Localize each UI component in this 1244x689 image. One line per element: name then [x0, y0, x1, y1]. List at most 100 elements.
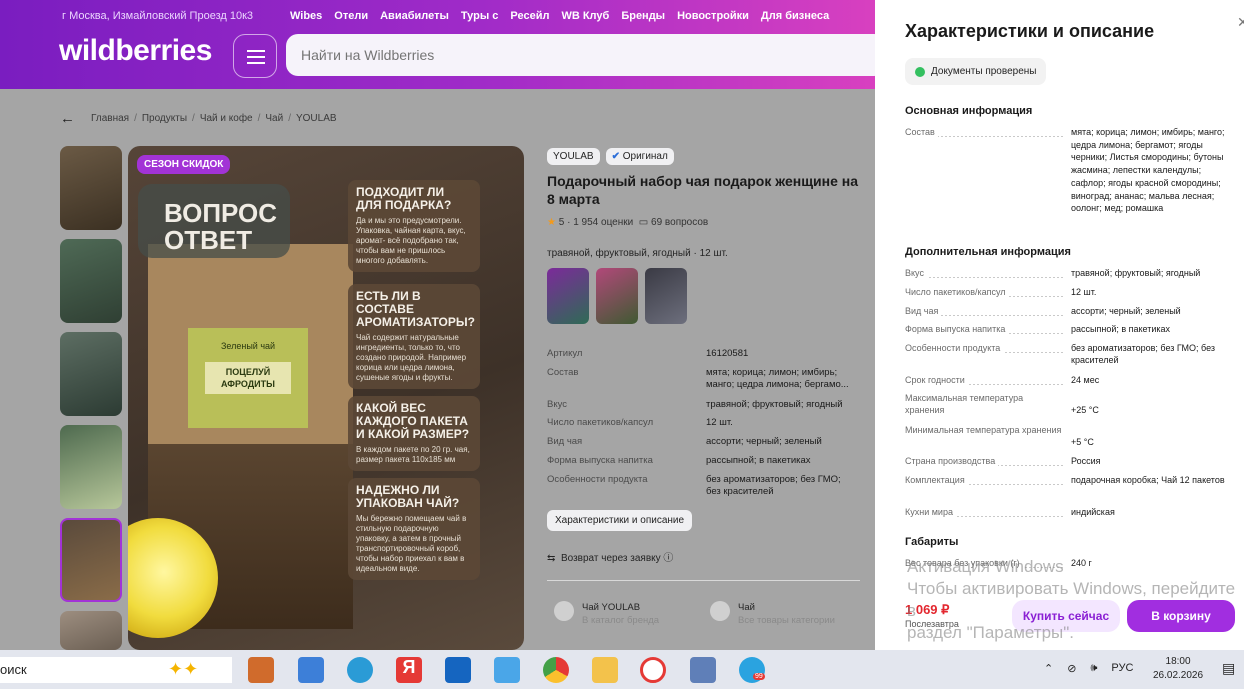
panel-prop-value: подарочная коробка; Чай 12 пакетов: [1071, 475, 1225, 485]
language-indicator[interactable]: РУС: [1111, 662, 1133, 675]
nav-tours[interactable]: Туры с: [461, 10, 499, 22]
prop-value: ассорти; черный; зеленый: [706, 436, 822, 447]
rating-row: ★ 5 · 1 954 оценки ▭ 69 вопросов: [547, 217, 709, 228]
edge-icon[interactable]: [347, 657, 373, 683]
thumbnail-4[interactable]: [60, 425, 122, 509]
panel-prop-value: мята; корица; лимон; имбирь; манго; цедр…: [1071, 127, 1225, 214]
variant-3[interactable]: [645, 268, 687, 324]
taskbar-search[interactable]: оиск ✦✦: [0, 657, 232, 683]
thumbnail-5-selected[interactable]: [60, 518, 122, 602]
menu-button[interactable]: [233, 34, 277, 78]
crumb-products[interactable]: Продукты: [142, 113, 187, 124]
clock[interactable]: 18:00 26.02.2026: [1153, 655, 1203, 683]
windows-activation-watermark: Активация Windows Чтобы активировать Wind…: [907, 556, 1244, 644]
close-icon[interactable]: ✕: [1237, 14, 1244, 31]
nav-new-buildings[interactable]: Новостройки: [677, 10, 749, 22]
nav-brands[interactable]: Бренды: [621, 10, 665, 22]
top-nav: Wibes Отели Авиабилеты Туры с Ресейл WB …: [290, 10, 829, 22]
category-link-title: Чай: [738, 602, 755, 613]
verified-icon: ✔: [611, 151, 620, 162]
divider: [547, 580, 860, 581]
prop-label: Артикул: [547, 348, 583, 359]
panel-prop-value: ассорти; черный; зеленый: [1071, 306, 1181, 316]
qa-card-text: Да и мы это предусмотрели. Упаковка, чай…: [356, 216, 466, 265]
panel-prop-label: Особенности продукта: [905, 342, 1065, 354]
nav-wibes[interactable]: Wibes: [290, 10, 322, 22]
app-window-icon[interactable]: [690, 657, 716, 683]
thumbnail-1[interactable]: [60, 146, 122, 230]
panel-prop-value: рассыпной; в пакетиках: [1071, 324, 1171, 334]
category-link-sub: Все товары категории: [738, 615, 835, 626]
prop-value: рассыпной; в пакетиках: [706, 455, 811, 466]
thumbnail-2[interactable]: [60, 239, 122, 323]
qa-line-2: ОТВЕТ: [164, 225, 253, 255]
nav-hotels[interactable]: Отели: [334, 10, 368, 22]
nav-wb-club[interactable]: WB Клуб: [561, 10, 609, 22]
comment-icon: ▭: [638, 217, 649, 228]
panel-prop-label: Минимальная температура хранения: [905, 424, 1065, 436]
yandex-icon[interactable]: Я: [396, 657, 422, 683]
media-player-icon[interactable]: [248, 657, 274, 683]
yandex-browser-icon[interactable]: [640, 657, 666, 683]
chevron-up-icon[interactable]: ⌃: [1044, 662, 1053, 675]
reviews-link[interactable]: 1 954 оценки: [573, 217, 633, 228]
qa-card-title: НАДЕЖНО ЛИ УПАКОВАН ЧАЙ?: [356, 483, 460, 510]
qa-card-3: КАКОЙ ВЕС КАЖДОГО ПАКЕТА И КАКОЙ РАЗМЕР?…: [348, 396, 480, 471]
clock-date: 26.02.2026: [1153, 670, 1204, 681]
thumbnail-6[interactable]: [60, 611, 122, 650]
panel-prop-value: 24 мес: [1071, 375, 1100, 385]
wildberries-logo[interactable]: wildberries: [59, 34, 212, 68]
location-selector[interactable]: г Москва, Измайловский Проезд 10к3: [62, 10, 253, 22]
crumb-tea[interactable]: Чай: [265, 113, 283, 124]
variant-2[interactable]: [596, 268, 638, 324]
panel-prop-value: без ароматизаторов; без ГМО; без красите…: [1071, 343, 1216, 365]
variant-label: травяной, фруктовый, ягодный · 12 шт.: [547, 248, 728, 259]
store-icon[interactable]: [298, 657, 324, 683]
app-icon[interactable]: [494, 657, 520, 683]
back-arrow-icon[interactable]: ←: [60, 110, 75, 127]
outlook-icon[interactable]: [445, 657, 471, 683]
panel-prop-label: Состав: [905, 126, 1065, 138]
telegram-icon[interactable]: 99: [739, 657, 765, 683]
crumb-home[interactable]: Главная: [91, 113, 129, 124]
brand-catalog-link[interactable]: Чай YOULAB В каталог бренда: [554, 601, 659, 627]
thumbnail-3[interactable]: [60, 332, 122, 416]
label-name: ПОЦЕЛУЙ АФРОДИТЫ: [205, 362, 291, 394]
nav-flights[interactable]: Авиабилеты: [380, 10, 449, 22]
nav-resale[interactable]: Ресейл: [510, 10, 549, 22]
speaker-icon[interactable]: 🕪: [1090, 662, 1097, 675]
prop-value[interactable]: 16120581: [706, 348, 856, 360]
chrome-icon[interactable]: [543, 657, 569, 683]
label-subtitle: Зеленый чай: [220, 341, 276, 351]
qa-card-title: КАКОЙ ВЕС КАЖДОГО ПАКЕТА И КАКОЙ РАЗМЕР?: [356, 401, 470, 441]
network-icon[interactable]: ⊘: [1067, 662, 1076, 675]
panel-prop-label: Кухни мира: [905, 506, 1065, 518]
panel-prop-label: Максимальная температура хранения: [905, 393, 1024, 415]
prop-label: Форма выпуска напитка: [547, 455, 653, 466]
variant-1[interactable]: [547, 268, 589, 324]
product-main-image: Зеленый чай ПОЦЕЛУЙ АФРОДИТЫ ВОПРОС ОТВЕТ …: [128, 146, 524, 650]
return-info[interactable]: ⇆ Возврат через заявку ⓘ: [547, 549, 673, 564]
questions-link[interactable]: 69 вопросов: [651, 217, 708, 228]
brand-link-title: Чай YOULAB: [582, 602, 641, 613]
prop-value: без ароматизаторов; без ГМО; без красите…: [706, 474, 841, 497]
qa-card-4: НАДЕЖНО ЛИ УПАКОВАН ЧАЙ? Мы бережно помещ…: [348, 478, 480, 580]
nav-business[interactable]: Для бизнеса: [761, 10, 829, 22]
characteristics-button[interactable]: Характеристики и описание: [547, 510, 693, 531]
brand-chip[interactable]: YOULAB: [547, 148, 600, 165]
file-explorer-icon[interactable]: [592, 657, 618, 683]
qa-card-title: ПОДХОДИТ ЛИ ДЛЯ ПОДАРКА?: [356, 185, 452, 212]
crumb-brand[interactable]: YOULAB: [296, 113, 337, 124]
section-basic: Основная информация: [905, 105, 1033, 117]
panel-prop-value: +25 °C: [1071, 405, 1099, 415]
rating-value: 5: [558, 217, 565, 228]
category-link[interactable]: Чай Все товары категории: [710, 601, 835, 627]
notification-icon[interactable]: ▤: [1222, 660, 1235, 677]
panel-prop-value: индийская: [1071, 507, 1115, 517]
search-input[interactable]: [286, 34, 886, 76]
panel-prop-label: Вкус: [905, 267, 1065, 279]
crumb-tea-coffee[interactable]: Чай и кофе: [200, 113, 253, 124]
info-icon: ⓘ: [663, 553, 674, 564]
taskbar-search-text: оиск: [0, 662, 27, 677]
package-label: Зеленый чай ПОЦЕЛУЙ АФРОДИТЫ: [188, 328, 308, 428]
